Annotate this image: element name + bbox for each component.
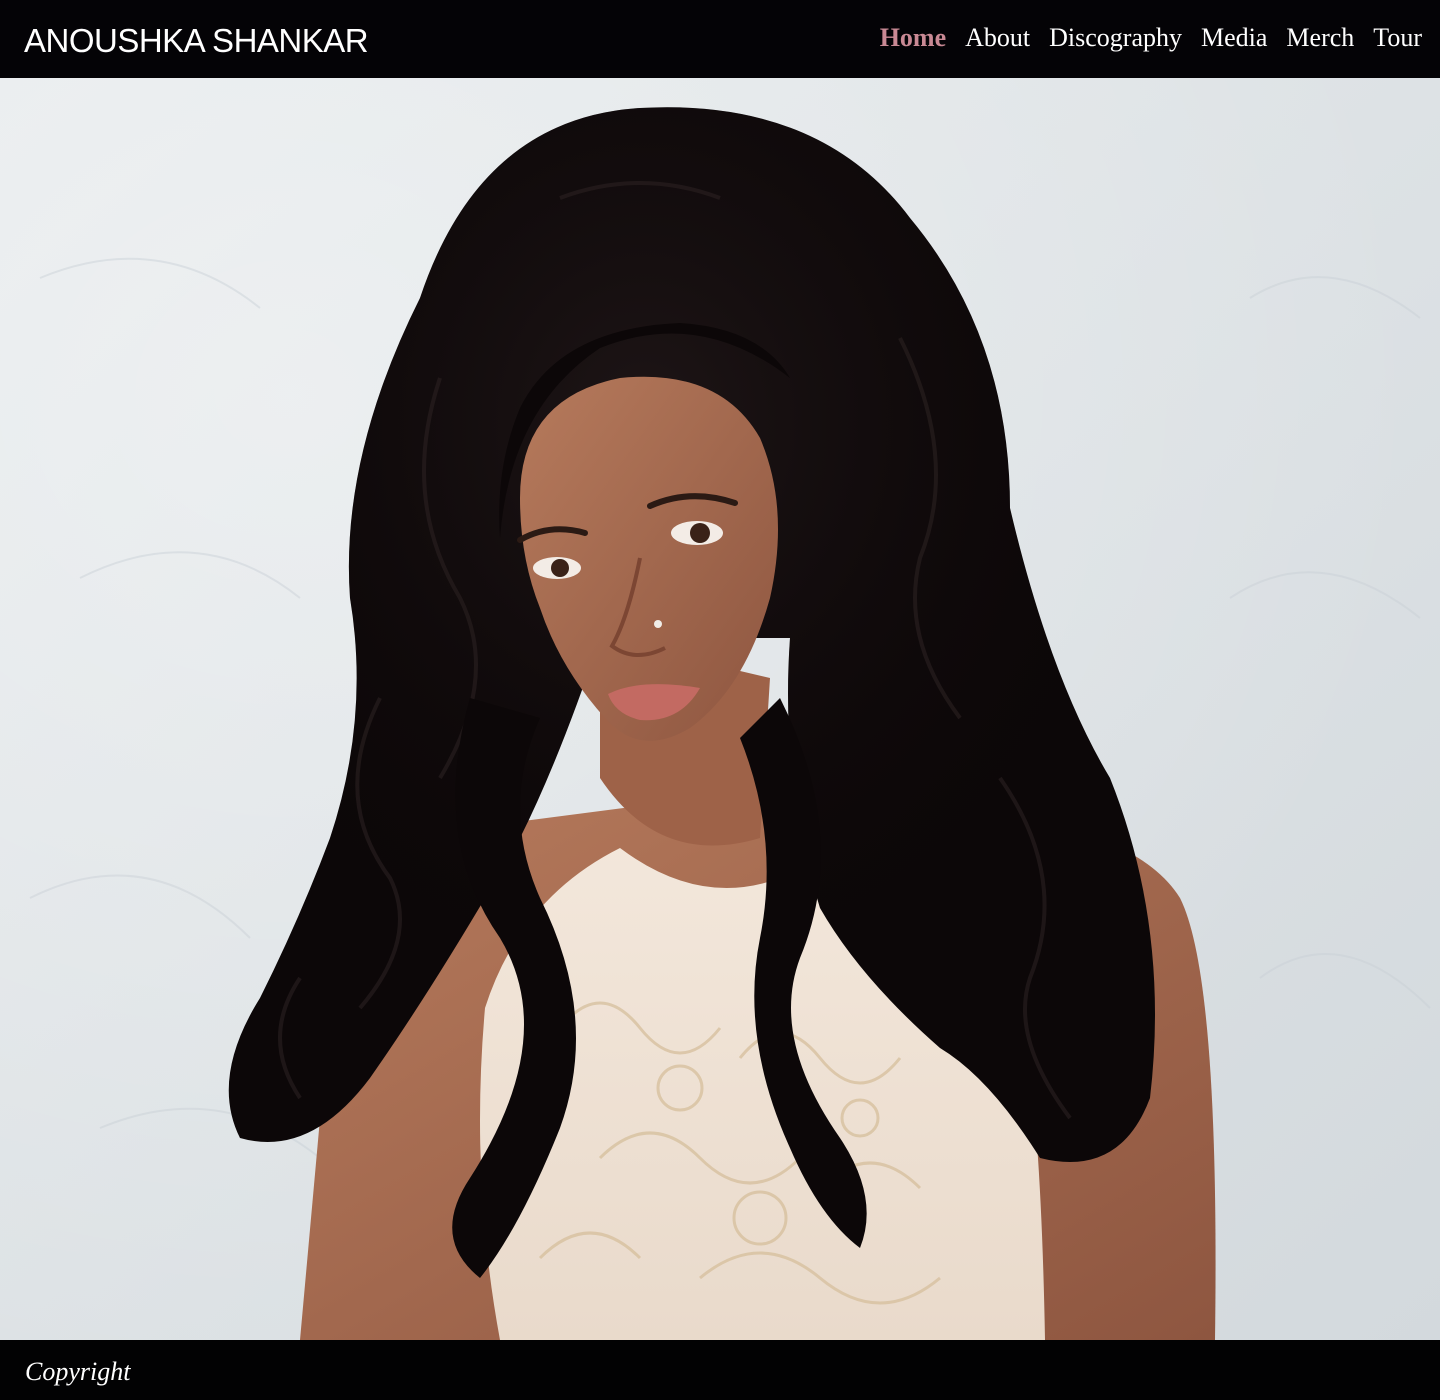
nav-link-tour[interactable]: Tour <box>1373 23 1422 53</box>
nose-ring <box>654 620 662 628</box>
nav-link-discography[interactable]: Discography <box>1049 23 1182 53</box>
main-nav: Home About Discography Media Merch Tour <box>880 23 1422 53</box>
page: ANOUSHKA SHANKAR Home About Discography … <box>0 0 1440 1400</box>
nav-link-about[interactable]: About <box>965 23 1030 53</box>
hero-slideshow <box>0 78 1440 1340</box>
site-footer: Copyright <box>0 1340 1440 1400</box>
site-header: ANOUSHKA SHANKAR Home About Discography … <box>0 0 1440 78</box>
nav-link-home[interactable]: Home <box>880 23 946 53</box>
nav-link-merch[interactable]: Merch <box>1286 23 1354 53</box>
hero-portrait-photo <box>0 78 1440 1340</box>
copyright-link[interactable]: Copyright <box>25 1357 130 1387</box>
site-logo[interactable]: ANOUSHKA SHANKAR <box>24 24 369 57</box>
nav-link-media[interactable]: Media <box>1201 23 1267 53</box>
